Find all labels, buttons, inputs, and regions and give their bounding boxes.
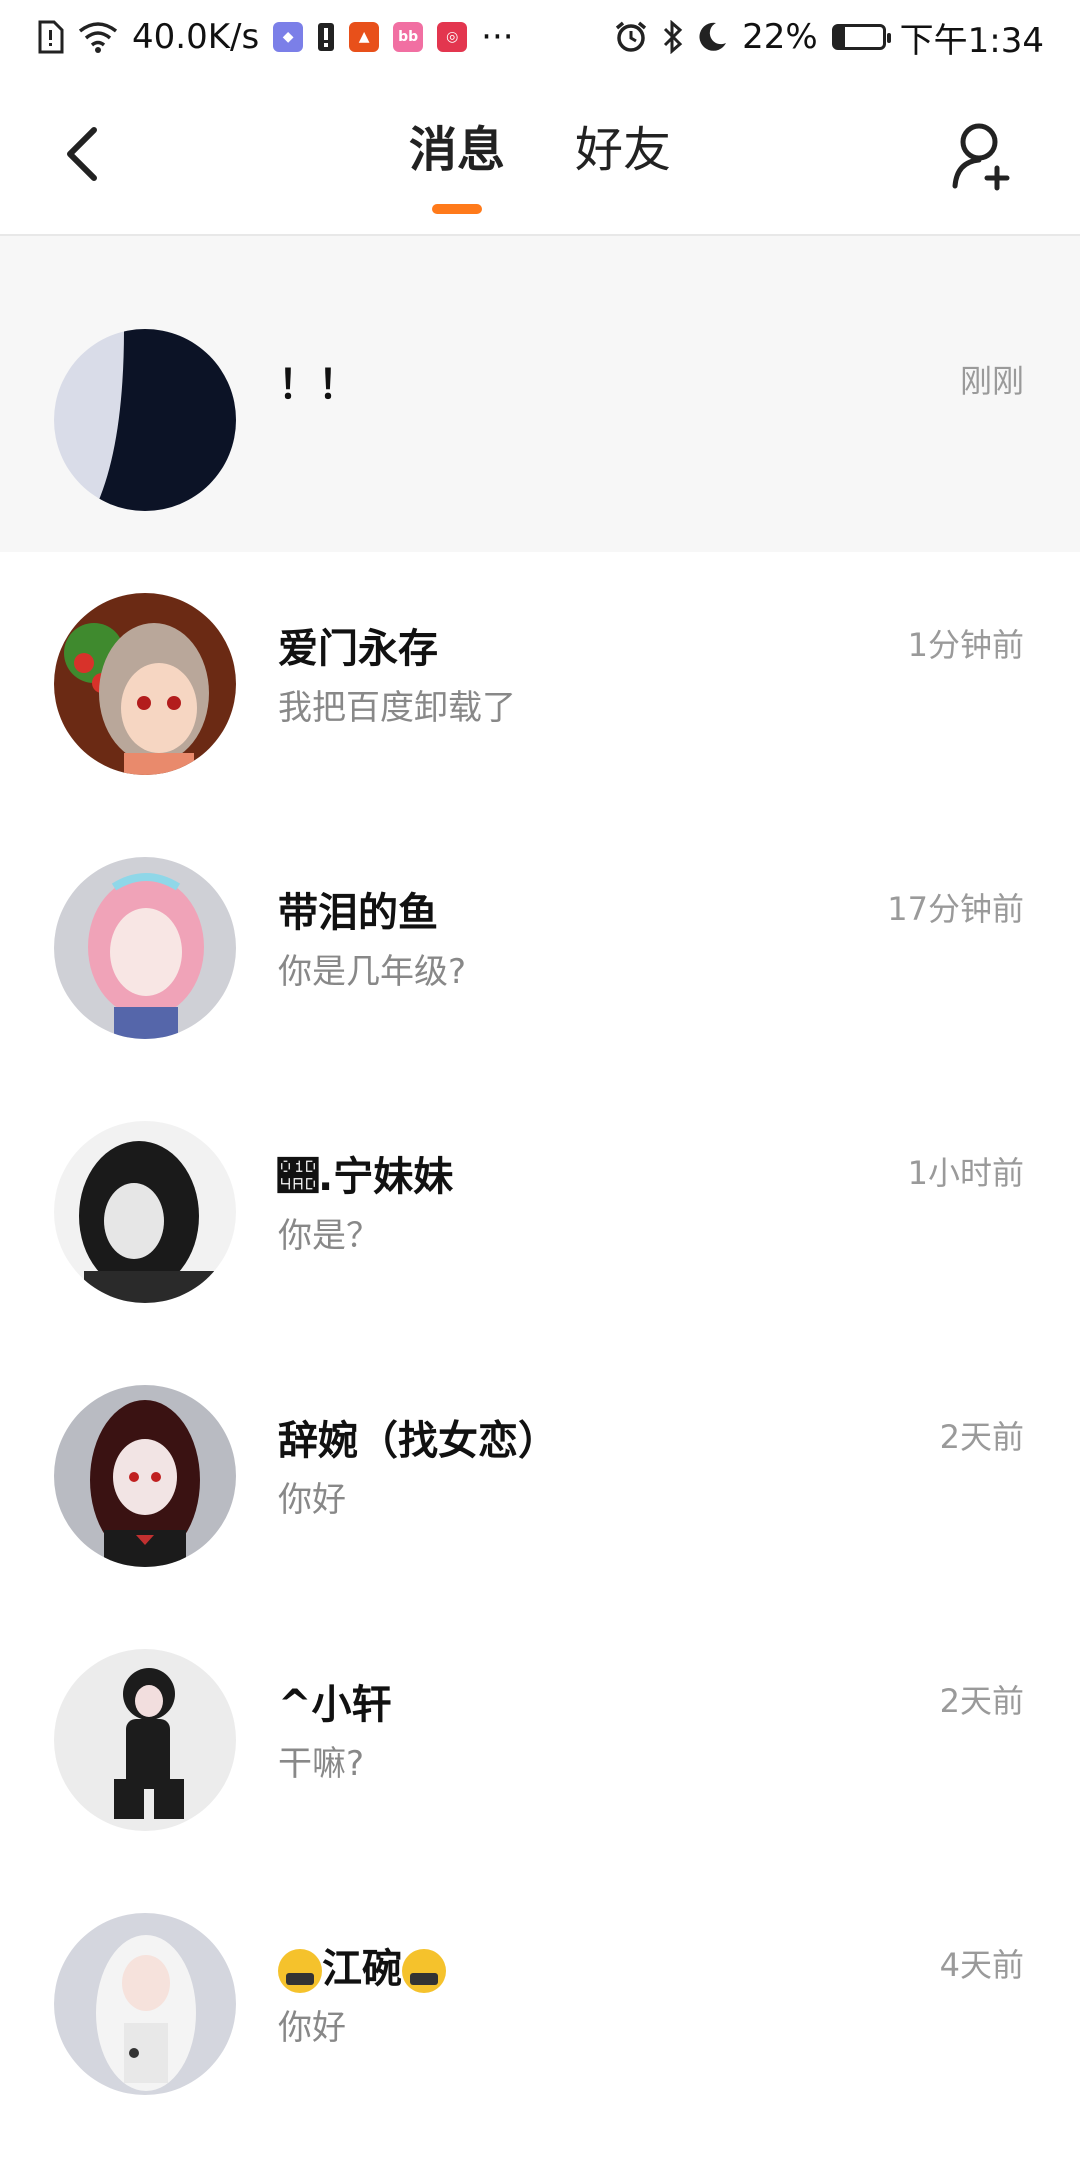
conversation-item[interactable]: 辞婉（找女恋） 你好 2天前 xyxy=(0,1344,1080,1608)
add-friend-button[interactable] xyxy=(944,116,1024,196)
avatar xyxy=(54,1649,236,1831)
status-right: 22% 下午1:34 xyxy=(614,13,1044,62)
bluetooth-icon xyxy=(662,20,684,54)
tab-messages-label: 消息 xyxy=(408,122,505,178)
avatar xyxy=(54,593,236,775)
avatar xyxy=(54,329,236,511)
message-time: 刚刚 xyxy=(959,362,1024,400)
message-preview: 干嘛? xyxy=(278,1744,365,1784)
contact-name: ^小轩 xyxy=(278,1682,392,1728)
message-time: 2天前 xyxy=(939,1418,1024,1456)
grimace-emoji-icon xyxy=(278,1949,322,1993)
contact-name-text: 江碗 xyxy=(322,1946,402,1992)
message-time: 2天前 xyxy=(939,1682,1024,1720)
contact-name: 带泪的鱼 xyxy=(278,890,438,936)
alert-badge-icon xyxy=(317,22,335,52)
add-friend-icon xyxy=(952,123,1010,191)
message-time: 1分钟前 xyxy=(907,626,1024,664)
message-preview: 你是？ xyxy=(278,1216,380,1256)
conversation-item[interactable]: 爱门永存 我把百度卸载了 1分钟前 xyxy=(0,552,1080,816)
conversation-item[interactable]: 江碗 你好 4天前 xyxy=(0,1872,1080,2136)
avatar xyxy=(54,1913,236,2095)
active-tab-indicator xyxy=(431,204,482,214)
message-time: 17分钟前 xyxy=(887,890,1024,928)
conversation-item[interactable]: ！！ 刚刚 xyxy=(0,236,1080,552)
message-preview: 你好 xyxy=(278,2008,346,2048)
alarm-icon xyxy=(614,20,648,54)
message-preview: 你是几年级? xyxy=(278,952,467,992)
battery-icon xyxy=(831,24,891,50)
conversation-item[interactable]: ^小轩 干嘛? 2天前 xyxy=(0,1608,1080,1872)
status-left: 40.0K/s ◆ ▲ bb ◎ ··· xyxy=(36,17,514,57)
sim-alert-icon xyxy=(36,20,64,54)
wifi-icon xyxy=(78,21,118,53)
game-app-icon: ▲ xyxy=(349,22,380,52)
contact-name: 辞婉（找女恋） xyxy=(278,1418,558,1464)
conversation-list: ！！ 刚刚 爱门永存 我把百度卸载了 1分钟前 带泪的鱼 你是几年级? 17分钟… xyxy=(0,236,1080,2136)
avatar xyxy=(54,857,236,1039)
camera-app-icon: ◎ xyxy=(437,22,468,52)
tab-messages[interactable]: 消息 xyxy=(409,110,505,214)
conversation-item[interactable]: 带泪的鱼 你是几年级? 17分钟前 xyxy=(0,816,1080,1080)
do-not-disturb-moon-icon xyxy=(698,21,728,53)
contact-name: ！！ xyxy=(278,362,358,408)
nav-header: 消息 好友 xyxy=(0,74,1080,236)
conversation-item[interactable]: 𝒭.宁妹妹 你是？ 1小时前 xyxy=(0,1080,1080,1344)
tab-friends-label: 好友 xyxy=(575,122,672,178)
status-bar: 40.0K/s ◆ ▲ bb ◎ ··· 22% 下午1:34 xyxy=(0,0,1080,74)
contact-name: 爱门永存 xyxy=(278,626,438,672)
clock: 下午1:34 xyxy=(899,20,1044,61)
tab-friends[interactable]: 好友 xyxy=(575,110,671,214)
message-time: 4天前 xyxy=(939,1946,1024,1984)
battery-percent: 22% xyxy=(742,17,818,57)
avatar xyxy=(54,1385,236,1567)
bilibili-icon: bb xyxy=(393,22,424,52)
grimace-emoji-icon xyxy=(402,1949,446,1993)
app-notification-icon: ◆ xyxy=(273,22,304,52)
message-preview: 你好 xyxy=(278,1480,346,1520)
contact-name: 江碗 xyxy=(278,1936,446,1994)
message-preview: 我把百度卸载了 xyxy=(278,688,516,728)
network-speed: 40.0K/s xyxy=(132,17,260,57)
avatar xyxy=(54,1121,236,1303)
more-notifications-icon: ··· xyxy=(481,17,514,57)
message-time: 1小时前 xyxy=(907,1154,1024,1192)
contact-name: 𝒭.宁妹妹 xyxy=(278,1154,454,1200)
tab-bar: 消息 好友 xyxy=(0,110,1080,214)
